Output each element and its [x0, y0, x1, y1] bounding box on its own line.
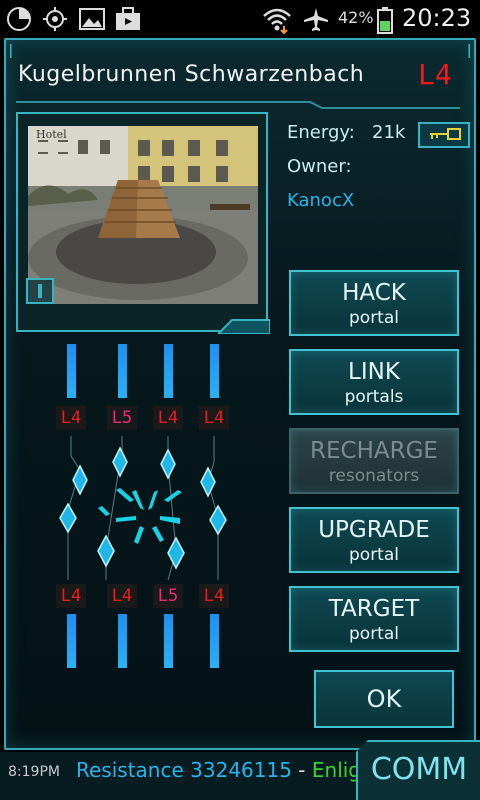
energy-value: 21k: [372, 122, 406, 143]
target-button-subtitle: portal: [349, 624, 399, 644]
target-portal-button[interactable]: TARGET portal: [289, 586, 459, 652]
hack-button-title: HACK: [342, 280, 406, 306]
target-button-title: TARGET: [328, 596, 420, 622]
battery-icon: [377, 7, 393, 34]
owner-label: Owner:: [287, 156, 352, 177]
ok-button[interactable]: OK: [314, 670, 454, 728]
recharge-resonators-button[interactable]: RECHARGE resonators: [289, 428, 459, 494]
status-clock: 20:23: [402, 4, 472, 32]
wifi-icon: [263, 8, 291, 34]
photo-frame-notch: [218, 319, 270, 334]
resonator-energy-bar: [118, 614, 127, 668]
info-icon: [38, 284, 42, 298]
link-button-title: LINK: [348, 359, 400, 385]
resistance-score: 33246115: [190, 758, 292, 782]
resonator-energy-bar: [164, 344, 173, 398]
resonator-level-badge: L5: [107, 406, 137, 430]
link-portals-button[interactable]: LINK portals: [289, 349, 459, 415]
resonator-crystal[interactable]: [209, 504, 227, 536]
portal-level: L4: [418, 58, 452, 91]
briefcase-icon: [116, 7, 140, 30]
resonator-crystal[interactable]: [72, 464, 88, 496]
gps-target-icon: [43, 7, 67, 31]
resonator-level-badge: L4: [56, 584, 86, 608]
bottom-time: 8:19PM: [8, 764, 60, 780]
battery-percent: 42%: [338, 8, 374, 27]
resonator-level-badge: L4: [199, 584, 229, 608]
faction-score: Resistance 33246115 - Enligh: [76, 758, 376, 782]
portal-photo[interactable]: Hotel: [28, 126, 258, 304]
comm-label: COMM: [370, 752, 468, 787]
photo-info-button[interactable]: [26, 278, 54, 304]
airplane-mode-icon: [304, 8, 328, 31]
upgrade-button-title: UPGRADE: [318, 517, 430, 543]
resonator-energy-bar: [67, 614, 76, 668]
resonator-energy-bar: [210, 614, 219, 668]
resonator-energy-bar: [67, 344, 76, 398]
pie-chart-icon: [7, 7, 31, 31]
resonator-diagram: [59, 344, 227, 668]
resonator-crystal[interactable]: [200, 466, 216, 498]
resonator-level-badge: L4: [199, 406, 229, 430]
hotel-sign-text: Hotel: [36, 128, 67, 141]
image-icon: [79, 8, 105, 30]
resonator-crystal[interactable]: [112, 446, 128, 478]
hack-button-subtitle: portal: [349, 308, 399, 328]
resistance-label: Resistance: [76, 758, 184, 782]
resonator-crystal[interactable]: [97, 534, 115, 568]
portal-key-button[interactable]: [418, 122, 470, 148]
link-button-subtitle: portals: [344, 387, 404, 407]
comm-button[interactable]: COMM: [356, 740, 480, 800]
resonator-crystal[interactable]: [160, 448, 176, 480]
energy-label: Energy:: [287, 122, 355, 143]
resonator-level-badge: L4: [56, 406, 86, 430]
owner-name[interactable]: KanocX: [287, 190, 354, 211]
key-icon: [430, 128, 461, 140]
resonator-crystal[interactable]: [167, 536, 185, 570]
hack-portal-button[interactable]: HACK portal: [289, 270, 459, 336]
recharge-button-subtitle: resonators: [328, 466, 420, 486]
recharge-button-title: RECHARGE: [310, 438, 438, 464]
resonator-level-badge: L4: [153, 406, 183, 430]
resonator-crystal[interactable]: [59, 502, 77, 534]
upgrade-button-subtitle: portal: [349, 545, 399, 565]
upgrade-portal-button[interactable]: UPGRADE portal: [289, 507, 459, 573]
score-separator: -: [291, 758, 312, 782]
portal-title: Kugelbrunnen Schwarzenbach: [18, 62, 365, 87]
portal-center-burst: [98, 488, 182, 544]
resonator-level-badge: L5: [153, 584, 183, 608]
resonator-energy-bar: [118, 344, 127, 398]
resonator-energy-bar: [164, 614, 173, 668]
resonator-energy-bar: [210, 344, 219, 398]
resonator-level-badge: L4: [107, 584, 137, 608]
status-bar: 42% 20:23: [0, 0, 480, 36]
